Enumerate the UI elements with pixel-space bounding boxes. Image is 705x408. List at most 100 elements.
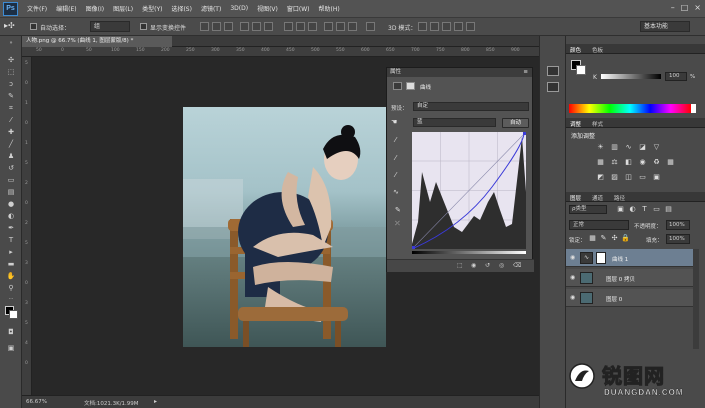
menu-type[interactable]: 类型(Y) — [142, 4, 162, 13]
menu-edit[interactable]: 编辑(E) — [56, 4, 76, 13]
auto-select-dropdown[interactable]: 组 — [90, 21, 130, 32]
vibrance-icon[interactable]: ▽ — [652, 143, 661, 152]
layer-row-base[interactable]: ◉ 图层 0 — [566, 289, 693, 307]
type-tool-icon[interactable]: T — [6, 236, 16, 244]
distribute-hcenter-icon[interactable] — [336, 22, 345, 31]
menu-window[interactable]: 窗口(W) — [287, 4, 310, 13]
reset-icon[interactable]: ↺ — [485, 262, 490, 269]
layer-row-curves[interactable]: ◉ ∿ 曲线 1 — [566, 249, 693, 267]
k-slider[interactable] — [601, 74, 661, 79]
auto-select-checkbox[interactable] — [30, 23, 37, 30]
distribute-top-icon[interactable] — [284, 22, 293, 31]
menu-image[interactable]: 图像(I) — [86, 4, 104, 13]
opacity-field[interactable]: 100% — [666, 220, 690, 230]
menu-file[interactable]: 文件(F) — [27, 4, 47, 13]
panel-menu-icon[interactable]: ≡ — [523, 68, 528, 77]
channel-dropdown[interactable]: 蓝 — [413, 118, 496, 127]
crop-tool-icon[interactable]: ⌗ — [6, 104, 16, 112]
more-tools-icon[interactable]: … — [6, 294, 16, 302]
color-spectrum[interactable] — [569, 104, 691, 113]
layer-name[interactable]: 图层 0 拷贝 — [606, 275, 635, 283]
black-white-icon[interactable]: ◧ — [624, 158, 633, 167]
dodge-tool-icon[interactable]: ◐ — [6, 212, 16, 220]
healing-brush-tool-icon[interactable]: ✚ — [6, 128, 16, 136]
preset-dropdown[interactable]: 自定 — [413, 102, 529, 111]
distribute-right-icon[interactable] — [348, 22, 357, 31]
layer-mask-thumb[interactable] — [596, 252, 606, 264]
eye-icon[interactable]: ◉ — [570, 294, 575, 301]
align-right-icon[interactable] — [264, 22, 273, 31]
smooth-icon[interactable]: ⤫ — [395, 220, 400, 228]
lasso-tool-icon[interactable]: ↄ — [6, 80, 16, 88]
document-image[interactable] — [183, 107, 386, 347]
lock-all-icon[interactable]: 🔒 — [621, 234, 630, 243]
hue-saturation-icon[interactable]: ▦ — [596, 158, 605, 167]
3d-pan-icon[interactable] — [442, 22, 451, 31]
move-tool-icon[interactable]: ▸✣ — [4, 21, 15, 30]
curves-adjustment-icon[interactable] — [393, 82, 402, 90]
color-background-swatch[interactable] — [576, 65, 586, 75]
auto-button[interactable]: 自动 — [502, 118, 529, 128]
history-panel-icon[interactable] — [547, 66, 559, 76]
layer-name[interactable]: 图层 0 — [606, 295, 622, 303]
shape-tool-icon[interactable]: ▬ — [6, 260, 16, 268]
background-color-swatch[interactable] — [9, 310, 18, 319]
eye-icon[interactable]: ◉ — [570, 274, 575, 281]
eraser-tool-icon[interactable]: ▭ — [6, 176, 16, 184]
filter-smart-icon[interactable]: ▤ — [664, 205, 673, 214]
filter-pixel-icon[interactable]: ▣ — [616, 205, 625, 214]
distribute-vcenter-icon[interactable] — [296, 22, 305, 31]
lock-transparency-icon[interactable]: ▦ — [588, 234, 597, 243]
lock-position-icon[interactable]: ✣ — [610, 234, 619, 243]
delete-icon[interactable]: ⌫ — [513, 262, 521, 269]
brightness-contrast-icon[interactable]: ☀ — [596, 143, 605, 152]
marquee-tool-icon[interactable]: ⬚ — [6, 68, 16, 76]
3d-roll-icon[interactable] — [430, 22, 439, 31]
pencil-icon[interactable]: ✎ — [395, 206, 401, 214]
gradient-tool-icon[interactable]: ▤ — [6, 188, 16, 196]
view-previous-icon[interactable]: ◉ — [471, 262, 476, 269]
blend-mode-dropdown[interactable]: 正常 — [569, 220, 629, 230]
filter-type-icon[interactable]: T — [640, 205, 649, 214]
workspace-dropdown[interactable]: 基本功能 — [640, 21, 690, 32]
quick-mask-icon[interactable]: ◘ — [6, 328, 16, 336]
align-top-icon[interactable] — [200, 22, 209, 31]
quick-select-tool-icon[interactable]: ✎ — [6, 92, 16, 100]
color-balance-icon[interactable]: ⚖ — [610, 158, 619, 167]
k-value-field[interactable]: 100 — [665, 72, 687, 81]
selective-color-icon[interactable]: ▣ — [652, 173, 661, 182]
filter-shape-icon[interactable]: ▭ — [652, 205, 661, 214]
layers-scrollbar[interactable] — [693, 249, 699, 349]
distribute-left-icon[interactable] — [324, 22, 333, 31]
distribute-bottom-icon[interactable] — [308, 22, 317, 31]
document-tab[interactable]: 人物.png @ 66.7% (曲线 1, 图层蒙版/8) * — [22, 36, 172, 47]
blur-tool-icon[interactable]: ● — [6, 200, 16, 208]
tab-styles[interactable]: 样式 — [592, 120, 603, 128]
color-lookup-icon[interactable]: ▦ — [666, 158, 675, 167]
visibility-icon[interactable]: ◎ — [499, 262, 504, 269]
exposure-icon[interactable]: ◪ — [638, 143, 647, 152]
tab-channels[interactable]: 通道 — [592, 194, 603, 202]
white-sample[interactable] — [691, 104, 696, 113]
levels-icon[interactable]: ▥ — [610, 143, 619, 152]
curve-edit-icon[interactable]: ∿ — [393, 188, 399, 196]
maximize-button[interactable]: □ — [681, 3, 689, 12]
3d-rotate-icon[interactable] — [418, 22, 427, 31]
channel-mixer-icon[interactable]: ♻ — [652, 158, 661, 167]
threshold-icon[interactable]: ◫ — [624, 173, 633, 182]
photo-filter-icon[interactable]: ◉ — [638, 158, 647, 167]
panel-collapse-icon[interactable]: » — [6, 39, 16, 47]
clip-to-layer-icon[interactable]: ⬚ — [457, 262, 463, 269]
menu-view[interactable]: 视图(V) — [257, 4, 278, 13]
curves-icon[interactable]: ∿ — [624, 143, 633, 152]
3d-scale-icon[interactable] — [466, 22, 475, 31]
gray-point-eyedropper-icon[interactable]: ⁄ — [395, 154, 396, 162]
layer-filter-dropdown[interactable]: ρ类型 — [569, 205, 607, 214]
auto-align-icon[interactable] — [366, 22, 375, 31]
tab-swatches[interactable]: 色板 — [592, 46, 603, 54]
properties-panel-icon[interactable] — [547, 82, 559, 92]
brush-tool-icon[interactable]: ╱ — [6, 140, 16, 148]
menu-3d[interactable]: 3D(D) — [230, 5, 248, 12]
align-left-icon[interactable] — [240, 22, 249, 31]
minimize-button[interactable]: – — [671, 3, 675, 12]
